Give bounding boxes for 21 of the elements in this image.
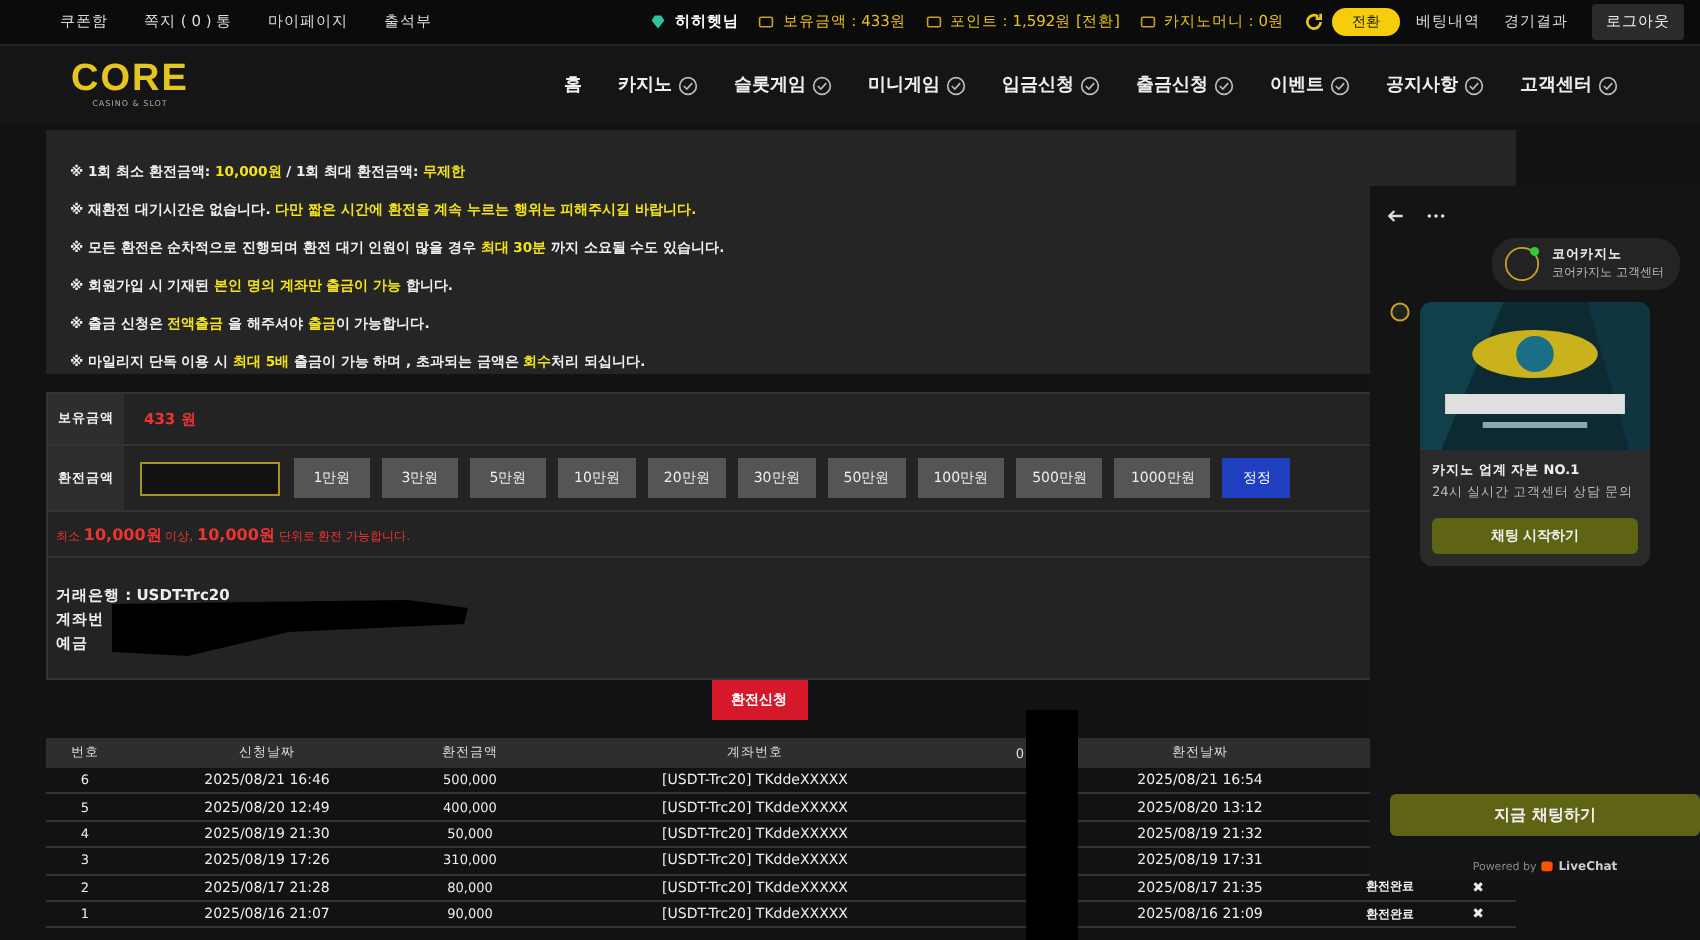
chat-now-button[interactable]: 지금 채팅하기 [1390,794,1700,836]
nav-link[interactable]: 입금신청 [1002,72,1074,98]
logo-text[interactable]: CORE [71,62,189,98]
nav-link[interactable]: 미니게임 [868,72,940,98]
nav-link[interactable]: 이벤트 [1270,72,1324,98]
chat-bubble-icon [1540,860,1555,874]
nav-link[interactable]: 홈 [564,72,582,98]
coin-icon [1139,14,1156,30]
nav-link[interactable]: 고객센터 [1520,72,1592,98]
nav-link[interactable]: 슬롯게임 [734,72,806,98]
wallet-icon [758,14,775,30]
avatar-icon [1504,246,1541,282]
refresh-icon[interactable] [1304,12,1324,32]
nav-link[interactable]: 카지노 [618,72,672,98]
nav-link[interactable]: 공지사항 [1386,72,1458,98]
nav-link[interactable]: 출금신청 [1136,72,1208,98]
amount-field[interactable] [140,461,280,495]
diamond-icon [650,14,667,30]
avatar-icon [1390,302,1410,322]
back-icon[interactable] [1386,206,1406,226]
point-icon [925,14,942,30]
